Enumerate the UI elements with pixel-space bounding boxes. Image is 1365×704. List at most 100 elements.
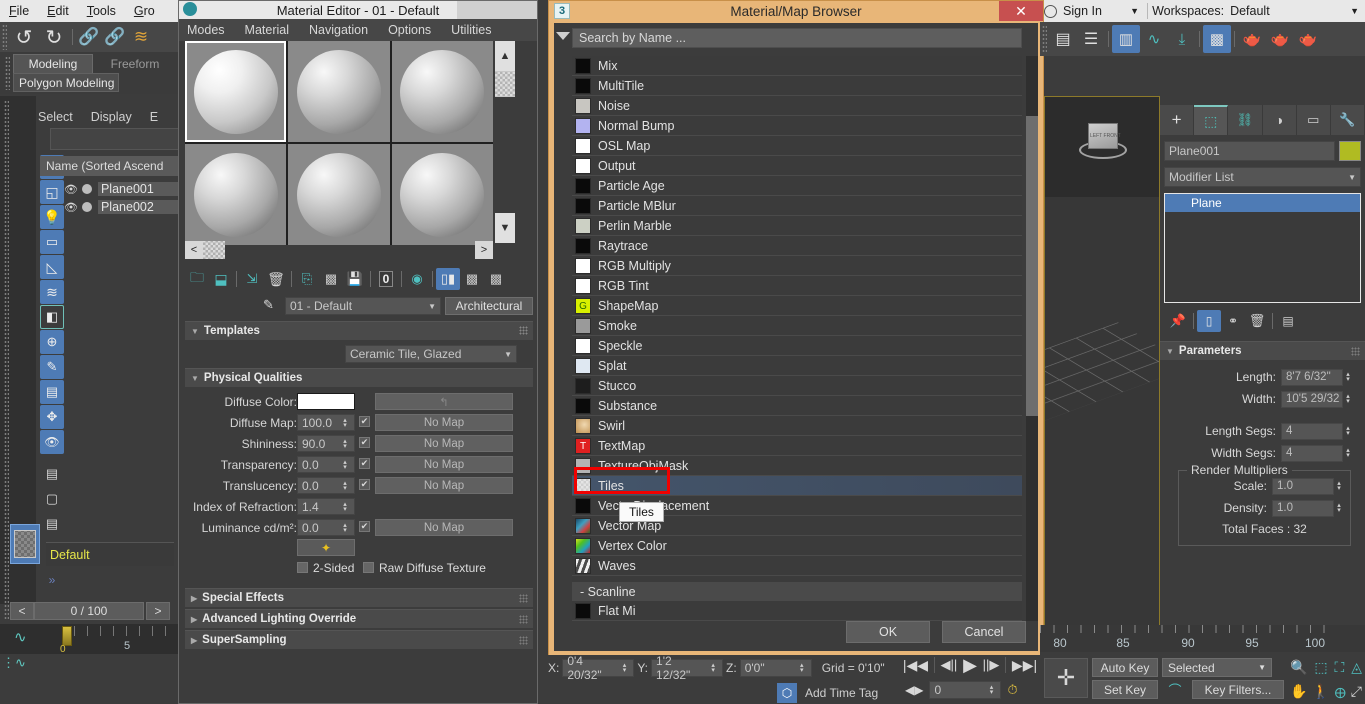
scale-input[interactable]: 1.0 <box>1272 477 1334 495</box>
rollout-physical-qualities-header[interactable]: ▼ Physical Qualities <box>185 326 533 387</box>
sample-slot-3[interactable] <box>391 41 493 142</box>
play-animation-icon[interactable]: ▶ <box>963 655 977 676</box>
rollout-advanced-lighting-header[interactable]: ▶ Advanced Lighting Override <box>185 609 533 628</box>
filter-helpers-icon[interactable]: ◺ <box>40 255 64 279</box>
scex-menu-select[interactable]: Select <box>38 110 73 124</box>
eye-icon[interactable]: 👁 <box>64 201 78 214</box>
spinner-icon[interactable]: ▴ ▾ <box>340 438 350 450</box>
get-material-icon[interactable]: 🗀 <box>185 268 209 290</box>
transparency-checkbox[interactable]: ✔ <box>359 458 370 469</box>
list-item[interactable]: Substance <box>572 396 1022 416</box>
put-material-to-scene-icon[interactable]: ⬓ <box>209 268 233 290</box>
set-tangent-icon[interactable]: ⌒ <box>1162 680 1188 699</box>
tab-motion[interactable]: ◑ <box>1262 105 1297 135</box>
curve-editor-icon[interactable]: ∿ <box>1140 25 1168 53</box>
tab-freeform[interactable]: Freeform <box>95 54 175 73</box>
list-item[interactable]: Noise <box>572 96 1022 116</box>
list-item[interactable]: MultiTile <box>572 76 1022 96</box>
diffuse-map-button[interactable]: No Map <box>375 414 513 431</box>
list-item[interactable]: Smoke <box>572 316 1022 336</box>
density-input[interactable]: 1.0 <box>1272 499 1334 517</box>
map-list-scrollbar[interactable] <box>1026 56 1038 621</box>
undo-icon[interactable]: ↺ <box>9 24 39 50</box>
make-material-copy-icon[interactable]: ⎘ <box>295 268 319 290</box>
length-segs-input[interactable]: 4 <box>1281 422 1343 440</box>
render-setup-icon[interactable]: 🫖 <box>1238 25 1266 53</box>
filter-bones-icon[interactable]: ✎ <box>40 355 64 379</box>
spinner-icon[interactable]: ▴ ▾ <box>340 522 350 534</box>
material-type-button[interactable]: Architectural <box>445 297 533 315</box>
width-segs-input[interactable]: 4 <box>1281 444 1343 462</box>
nav-next-button[interactable]: > <box>475 241 493 259</box>
scene-explorer-search-input[interactable] <box>50 128 180 150</box>
previous-frame-icon[interactable]: ◀|| <box>941 657 958 673</box>
reset-map-icon[interactable]: 🗑 <box>264 268 288 290</box>
slot-scroll-down-button[interactable]: ▼ <box>495 213 515 243</box>
material-effects-channel-icon[interactable]: 0 <box>374 268 398 290</box>
list-item[interactable]: Speckle <box>572 336 1022 356</box>
map-list[interactable]: Mix MultiTile Noise Normal Bump OSL Map … <box>572 56 1022 621</box>
list-item[interactable]: Vertex Color <box>572 536 1022 556</box>
eyedropper-icon[interactable]: ✎ <box>263 297 274 313</box>
filter-lights-icon[interactable]: 💡 <box>40 205 64 229</box>
filter-all-icon[interactable]: ✥ <box>40 405 64 429</box>
me-menu-navigation[interactable]: Navigation <box>309 23 368 37</box>
go-to-end-icon[interactable]: ▶▶| <box>1012 657 1037 674</box>
search-input[interactable]: Search by Name ... <box>572 28 1022 48</box>
material-editor-icon[interactable]: ▥ <box>1112 25 1140 53</box>
render-production-icon[interactable]: 🫖 <box>1294 25 1322 53</box>
zoom-icon[interactable]: 🔍 <box>1290 659 1307 676</box>
spinner-icon[interactable]: ▴ ▾ <box>620 662 630 674</box>
scene-explorer-column-header[interactable]: Name (Sorted Ascend <box>40 156 180 176</box>
list-item[interactable]: OSL Map <box>572 136 1022 156</box>
list-item[interactable]: RGB Tint <box>572 276 1022 296</box>
list-item[interactable]: Normal Bump <box>572 116 1022 136</box>
list-item[interactable]: Mix <box>572 56 1022 76</box>
raw-diffuse-texture-checkbox-label[interactable]: Raw Diffuse Texture <box>379 561 486 575</box>
scene-explorer-icon[interactable]: ▤ <box>1049 25 1077 53</box>
list-item[interactable]: Particle MBlur <box>572 196 1022 216</box>
filter-groups-icon[interactable]: ◧ <box>40 305 64 329</box>
current-frame-input[interactable]: 0 ▴ ▾ <box>929 681 1002 699</box>
spinner-icon[interactable]: ▴ ▾ <box>1343 447 1353 459</box>
shininess-checkbox[interactable]: ✔ <box>359 437 370 448</box>
maximize-viewport-icon[interactable]: ⤢ <box>1351 683 1362 700</box>
browser-title-bar[interactable]: 3 Material/Map Browser ✕ <box>549 1 1043 21</box>
curve-editor-icon[interactable]: ∿ <box>14 628 27 646</box>
nav-thumb[interactable] <box>203 241 225 259</box>
delete-modifier-icon[interactable]: 🗑 <box>1245 310 1269 332</box>
sign-in-button[interactable]: Sign In <box>1063 4 1102 18</box>
sample-slot-2[interactable] <box>288 41 390 142</box>
z-input[interactable]: 0'0" ▴ ▾ <box>739 659 812 677</box>
scrollbar-thumb[interactable] <box>1026 116 1038 416</box>
go-forward-to-sibling-icon[interactable]: ▩ <box>484 268 508 290</box>
list-item[interactable]: Swirl <box>572 416 1022 436</box>
assign-material-icon[interactable]: ⇲ <box>240 268 264 290</box>
luminance-input[interactable]: 0.0 ▴ ▾ <box>297 519 355 536</box>
diffuse-map-checkbox[interactable]: ✔ <box>359 416 370 427</box>
list-item[interactable]: T TextMap <box>572 436 1022 456</box>
set-key-button[interactable]: Set Key <box>1092 680 1158 699</box>
list-item[interactable]: 👁 Plane001 <box>64 180 180 198</box>
go-to-start-icon[interactable]: |◀◀ <box>903 657 928 674</box>
transparency-input[interactable]: 0.0 ▴ ▾ <box>297 456 355 473</box>
put-to-library-icon[interactable]: 💾 <box>343 268 367 290</box>
filter-visibility-icon[interactable]: 👁 <box>40 430 64 454</box>
width-input[interactable]: 10'5 29/32 <box>1281 390 1343 408</box>
nav-prev-button[interactable]: < <box>185 241 203 259</box>
shininess-map-button[interactable]: No Map <box>375 435 513 452</box>
make-unique-icon[interactable]: ▩ <box>319 268 343 290</box>
material-map-browser-icon[interactable]: ▩ <box>1203 25 1231 53</box>
key-mode-toggle-icon[interactable]: ◀▶ <box>905 683 923 697</box>
tab-modeling[interactable]: Modeling <box>13 54 93 73</box>
slot-scrollbar-thumb[interactable] <box>495 71 515 97</box>
shininess-input[interactable]: 90.0 ▴ ▾ <box>297 435 355 452</box>
spinner-icon[interactable]: ▴ ▾ <box>1343 393 1353 405</box>
list-item[interactable]: Raytrace <box>572 236 1022 256</box>
rollout-parameters-header[interactable]: ▼ Parameters <box>1160 341 1365 360</box>
workspaces-value[interactable]: Default <box>1230 4 1350 18</box>
filter-xrefs-icon[interactable]: ⊕ <box>40 330 64 354</box>
layer-explorer-icon[interactable]: ☰ <box>1077 25 1105 53</box>
schematic-view-icon[interactable]: ⤓ <box>1168 25 1196 53</box>
scex-menu-display[interactable]: Display <box>91 110 132 124</box>
